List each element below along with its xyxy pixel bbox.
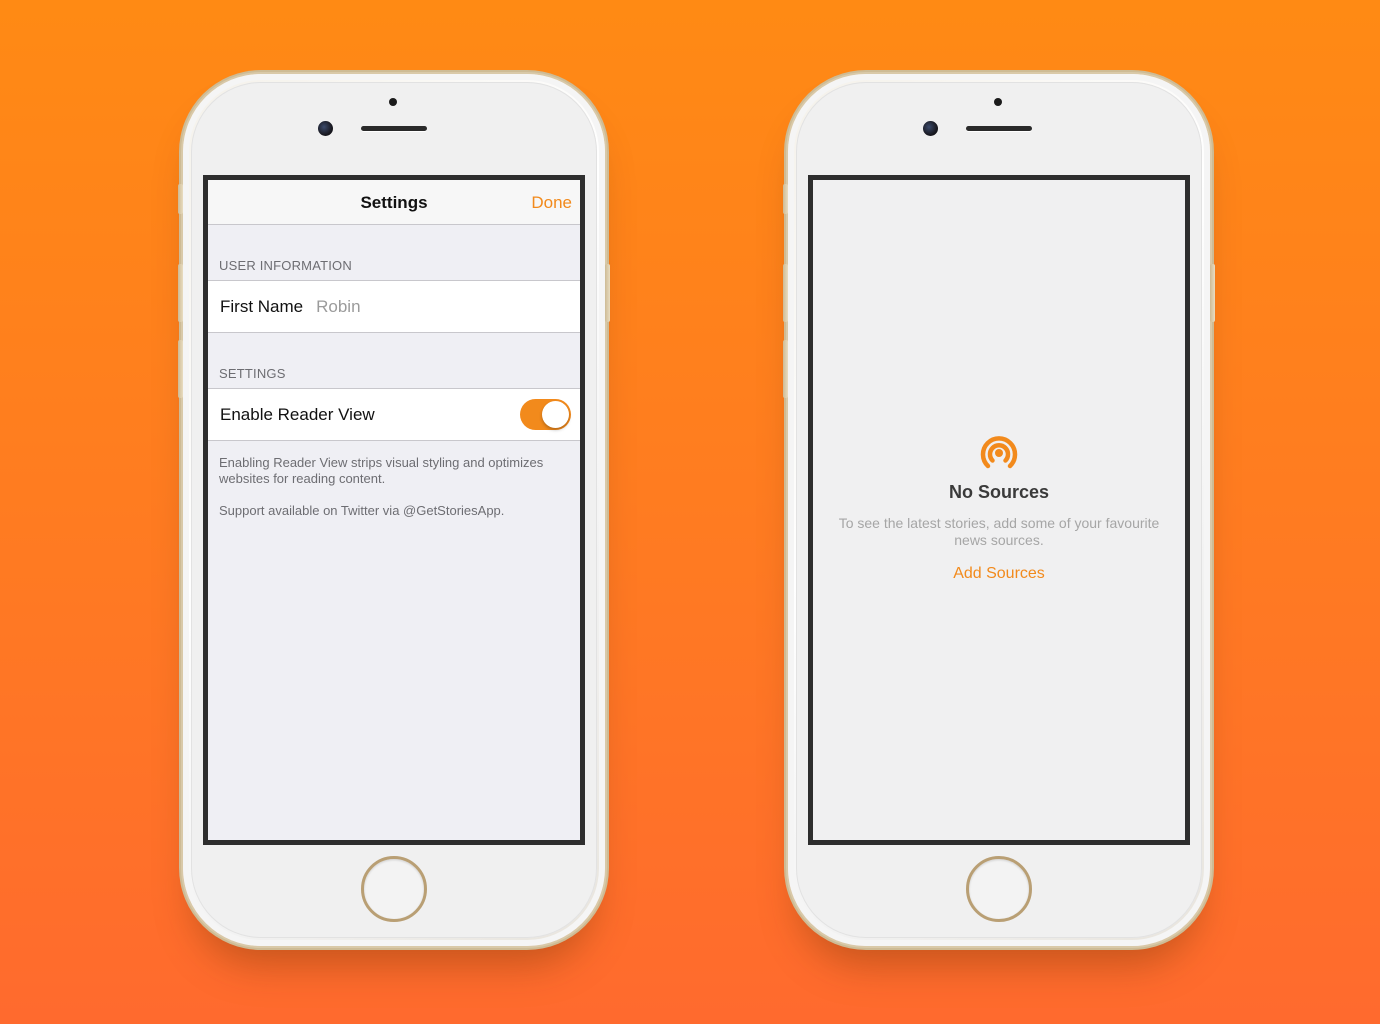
- power-button: [1210, 264, 1215, 322]
- done-button[interactable]: Done: [531, 193, 572, 213]
- reader-view-description: Enabling Reader View strips visual styli…: [219, 455, 544, 486]
- earpiece-speaker: [361, 126, 427, 131]
- phone-left: Settings Done USER INFORMATION First Nam…: [178, 74, 610, 946]
- phone-right: No Sources To see the latest stories, ad…: [783, 74, 1215, 946]
- home-button[interactable]: [966, 856, 1032, 922]
- section-header-settings: SETTINGS: [219, 366, 286, 381]
- volume-up-button: [783, 264, 788, 322]
- volume-down-button: [783, 340, 788, 398]
- settings-footer: Enabling Reader View strips visual styli…: [208, 441, 580, 519]
- proximity-sensor: [389, 98, 397, 106]
- home-button[interactable]: [361, 856, 427, 922]
- sources-screen: No Sources To see the latest stories, ad…: [808, 175, 1190, 845]
- empty-state-title: No Sources: [948, 482, 1050, 502]
- volume-up-button: [178, 264, 183, 322]
- volume-down-button: [178, 340, 183, 398]
- reader-view-label: Enable Reader View: [220, 404, 375, 424]
- reader-view-cell: Enable Reader View: [208, 388, 580, 441]
- support-text: Support available on Twitter via @GetSto…: [219, 503, 505, 518]
- page-title: Settings: [360, 193, 428, 212]
- broadcast-icon: [976, 430, 1022, 476]
- settings-screen: Settings Done USER INFORMATION First Nam…: [203, 175, 585, 845]
- side-button: [178, 184, 183, 214]
- toggle-knob: [542, 401, 569, 428]
- reader-view-toggle[interactable]: [520, 399, 571, 430]
- first-name-field[interactable]: Robin: [316, 297, 360, 317]
- side-button: [783, 184, 788, 214]
- proximity-sensor: [994, 98, 1002, 106]
- earpiece-speaker: [966, 126, 1032, 131]
- empty-state: No Sources To see the latest stories, ad…: [813, 430, 1185, 583]
- empty-state-description: To see the latest stories, add some of y…: [838, 515, 1160, 548]
- power-button: [605, 264, 610, 322]
- navigation-bar: Settings Done: [208, 180, 580, 225]
- first-name-label: First Name: [220, 296, 304, 316]
- first-name-cell[interactable]: First Name Robin: [208, 280, 580, 333]
- front-camera: [318, 121, 333, 136]
- add-sources-button[interactable]: Add Sources: [813, 565, 1185, 583]
- section-header-user-information: USER INFORMATION: [219, 258, 352, 273]
- front-camera: [923, 121, 938, 136]
